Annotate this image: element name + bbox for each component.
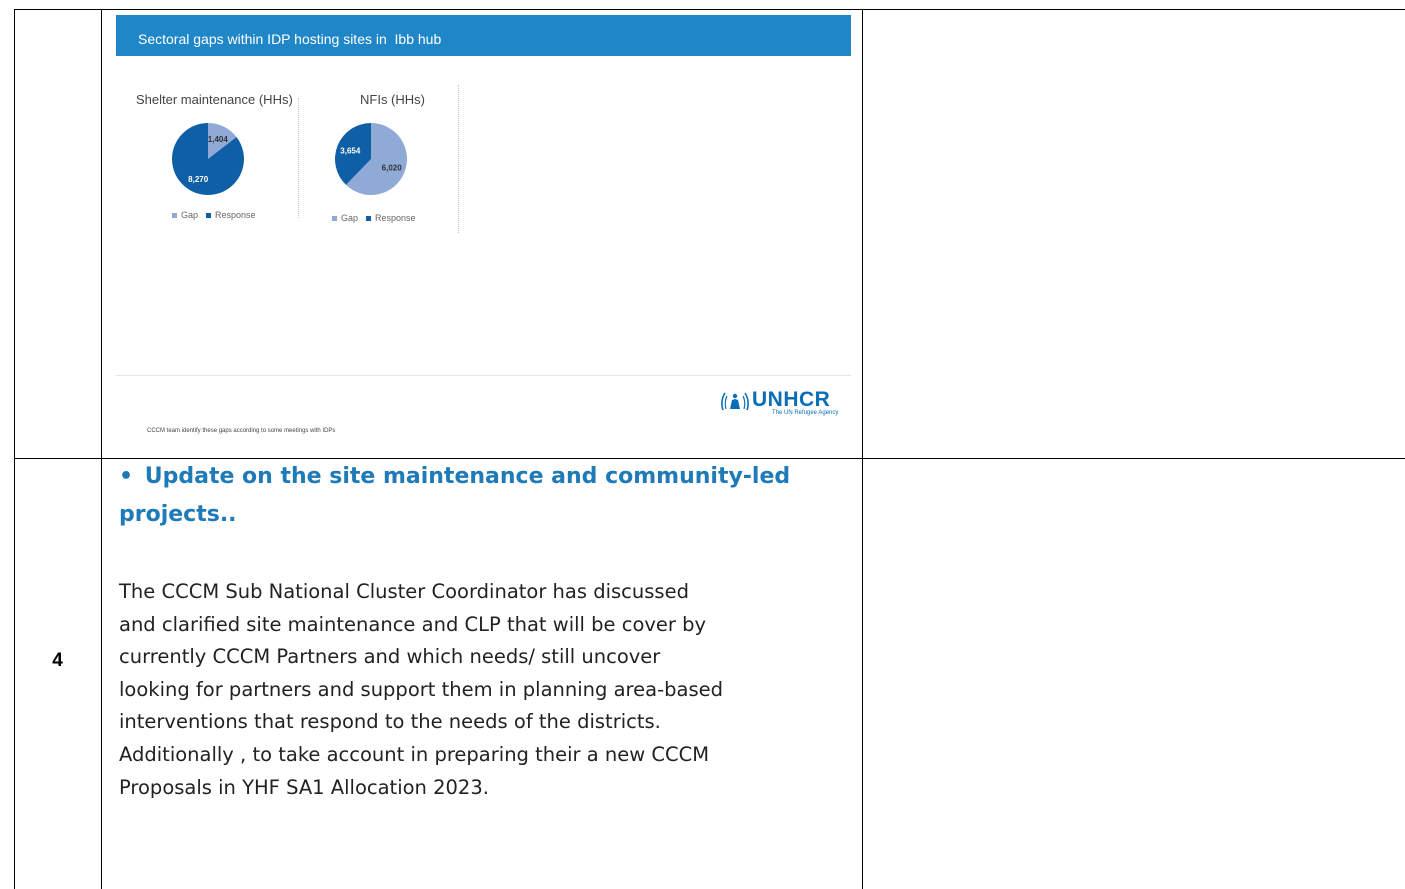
logo-subtitle: The UN Refugee Agency [772, 410, 839, 416]
legend-swatch-gap [172, 212, 177, 218]
pie-data-label: 1,404 [208, 135, 229, 144]
pie-chart-shelter: 1,404 8,270 [172, 123, 244, 195]
embedded-slide: Sectoral gaps within IDP hosting sites i… [116, 15, 851, 435]
table-column-divider-2 [862, 9, 863, 889]
section-heading-line: • Update on the site maintenance and com… [119, 458, 854, 496]
legend-swatch-response [366, 215, 372, 221]
slide-header: Sectoral gaps within IDP hosting sites i… [116, 15, 851, 56]
table-left-border [14, 9, 15, 889]
legend-swatch-response [206, 212, 212, 218]
chart-title-nfis: NFIs (HHs) [360, 92, 425, 107]
row-number: 4 [52, 650, 63, 671]
chart-legend-nfis: Gap Response [332, 213, 416, 223]
section-heading-line: projects.. [119, 502, 237, 527]
slide-title: Sectoral gaps within IDP hosting sites i… [138, 31, 442, 47]
section-heading-text: Update on the site maintenance and commu… [144, 464, 791, 489]
body-line: The CCCM Sub National Cluster Coordinato… [119, 580, 689, 603]
chart-legend-shelter: Gap Response [172, 210, 256, 220]
chart-title-shelter: Shelter maintenance (HHs) [136, 92, 293, 107]
body-line: Additionally , to take account in prepar… [119, 742, 710, 766]
legend-label-response: Response [215, 210, 256, 220]
table-column-divider-1 [101, 9, 102, 889]
pie-data-label: 6,020 [382, 163, 403, 172]
legend-swatch-gap [332, 215, 337, 221]
body-line: and clarified site maintenance and CLP t… [119, 612, 707, 636]
legend-label-gap: Gap [181, 210, 199, 220]
bullet-icon: • [119, 464, 134, 489]
unhcr-emblem-icon [721, 392, 749, 411]
pie-data-label: 3,654 [340, 147, 361, 156]
body-line: Proposals in YHF SA1 Allocation 2023. [119, 775, 489, 799]
body-line: interventions that respond to the needs … [119, 710, 661, 734]
chart-separator [458, 85, 459, 233]
section-heading: • Update on the site maintenance and com… [119, 458, 854, 534]
slide-footnote: CCCM team identify these gaps according … [147, 428, 336, 434]
section-body: The CCCM Sub National Cluster Coordinato… [119, 576, 854, 804]
chart-separator [298, 98, 299, 218]
pie-chart-nfis: 6,020 3,654 [335, 123, 407, 195]
body-line: currently CCCM Partners and which needs/… [119, 645, 661, 669]
legend-label-gap: Gap [341, 213, 359, 223]
table-top-border [14, 9, 1405, 10]
unhcr-logo: UNHCR The UN Refugee Agency [719, 388, 844, 422]
pie-data-label: 8,270 [188, 175, 209, 184]
slide-footer-divider [116, 375, 851, 376]
legend-label-response: Response [375, 213, 416, 223]
logo-wordmark: UNHCR [752, 388, 831, 411]
body-line: looking for partners and support them in… [119, 677, 723, 701]
